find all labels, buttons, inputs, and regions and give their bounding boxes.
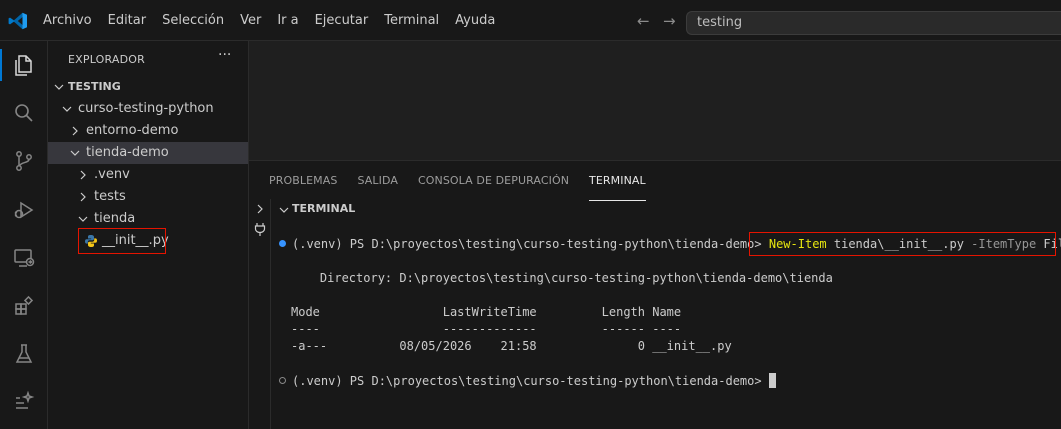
tree-item-label: entorno-demo (86, 123, 179, 138)
forward-arrow-icon[interactable]: → (663, 12, 676, 30)
tree-item-curso-testing-python[interactable]: curso-testing-python (48, 98, 248, 120)
tree-item-tienda-demo[interactable]: tienda-demo (48, 142, 248, 164)
terminal-output[interactable]: (.venv) PS D:\proyectos\testing\curso-te… (271, 221, 1061, 429)
extensions-icon[interactable] (12, 294, 36, 318)
chevron-right-icon (72, 126, 78, 136)
command-highlight-box (749, 232, 1056, 256)
title-bar: Archivo Editar Selección Ver Ir a Ejecut… (0, 0, 1061, 41)
plug-icon[interactable] (253, 221, 267, 237)
menu-seleccion[interactable]: Selección (154, 0, 232, 41)
terminal-prompt-line: (.venv) PS D:\proyectos\testing\curso-te… (279, 372, 776, 390)
tree-item-entorno-demo[interactable]: entorno-demo (48, 120, 248, 142)
chevron-down-icon (70, 150, 80, 156)
menu-bar: Archivo Editar Selección Ver Ir a Ejecut… (35, 0, 503, 41)
search-text: testing (697, 15, 743, 30)
tree-item-label: .venv (94, 167, 130, 182)
tree-item-label: tienda (94, 211, 136, 226)
terminal-gutter (249, 199, 271, 429)
chevron-right-icon (80, 192, 86, 202)
tree-item-tienda[interactable]: tienda (48, 208, 248, 230)
chevron-down-icon (78, 216, 88, 222)
file-highlight-box (78, 228, 166, 254)
tab-problemas[interactable]: PROBLEMAS (259, 161, 347, 197)
terminal-header-row: Mode LastWriteTime Length Name (291, 305, 682, 319)
tree-item-venv[interactable]: .venv (48, 164, 248, 186)
terminal-cursor (768, 373, 776, 388)
search-icon[interactable] (12, 101, 36, 125)
testing-icon[interactable] (12, 342, 36, 366)
tree-item-label: tienda-demo (86, 145, 169, 160)
source-control-icon[interactable] (12, 149, 36, 173)
explorer-title: EXPLORADOR (68, 53, 146, 66)
terminal-directory-line: Directory: D:\proyectos\testing\curso-te… (291, 271, 833, 285)
run-debug-icon[interactable] (12, 198, 36, 222)
chat-icon[interactable] (12, 389, 36, 413)
prompt-text: (.venv) PS D:\proyectos\testing\curso-te… (292, 374, 762, 388)
tab-consola-depuracion[interactable]: CONSOLA DE DEPURACIÓN (408, 161, 579, 197)
activity-bar (0, 41, 48, 429)
vscode-logo-icon (8, 12, 27, 30)
terminal-header-label: TERMINAL (292, 202, 356, 215)
chevron-down-icon (279, 207, 289, 213)
active-indicator (0, 49, 2, 81)
tree-item-label: curso-testing-python (78, 101, 214, 116)
bottom-panel: PROBLEMAS SALIDA CONSOLA DE DEPURACIÓN T… (249, 160, 1061, 429)
menu-terminal[interactable]: Terminal (376, 0, 447, 41)
explorer-icon[interactable] (12, 53, 36, 77)
editor-area[interactable] (249, 41, 1061, 160)
prompt-success-dot (279, 240, 286, 247)
tree-item-label: TESTING (68, 80, 121, 93)
remote-explorer-icon[interactable] (12, 246, 36, 270)
chevron-down-icon (54, 84, 64, 90)
tree-item-testing[interactable]: TESTING (48, 76, 248, 98)
menu-ayuda[interactable]: Ayuda (447, 0, 503, 41)
terminal-file-row: -a--- 08/05/2026 21:58 0 __init__.py (291, 339, 732, 353)
explorer-sidebar: EXPLORADOR ··· TESTING curso-testing-pyt… (48, 41, 249, 429)
menu-ir-a[interactable]: Ir a (269, 0, 306, 41)
prompt-text: (.venv) PS D:\proyectos\testing\curso-te… (292, 237, 762, 251)
terminal-separator-row: ---- ------------- ------ ---- (291, 322, 682, 336)
tab-salida[interactable]: SALIDA (347, 161, 408, 197)
menu-ver[interactable]: Ver (232, 0, 269, 41)
back-arrow-icon[interactable]: ← (637, 12, 650, 30)
chevron-down-icon (62, 106, 72, 112)
terminal-header[interactable]: TERMINAL (249, 199, 1061, 221)
more-actions-icon[interactable]: ··· (218, 47, 231, 63)
chevron-right-icon (80, 170, 86, 180)
menu-archivo[interactable]: Archivo (35, 0, 100, 41)
tree-item-label: tests (94, 189, 126, 204)
tree-item-tests[interactable]: tests (48, 186, 248, 208)
prompt-idle-dot (279, 377, 286, 384)
panel-tabs: PROBLEMAS SALIDA CONSOLA DE DEPURACIÓN T… (259, 161, 656, 201)
command-center-search[interactable]: testing (686, 11, 1061, 35)
menu-ejecutar[interactable]: Ejecutar (307, 0, 377, 41)
tab-terminal[interactable]: TERMINAL (579, 161, 656, 201)
menu-editar[interactable]: Editar (100, 0, 155, 41)
